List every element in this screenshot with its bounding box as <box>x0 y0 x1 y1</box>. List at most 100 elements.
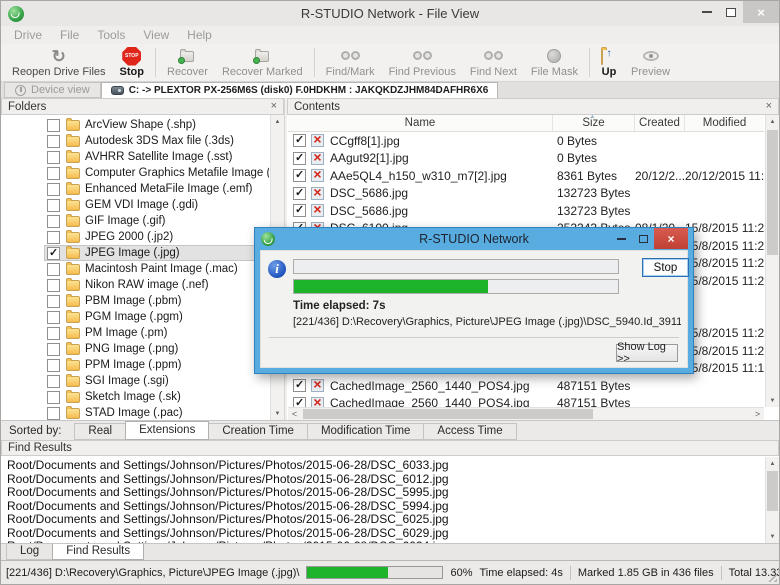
find-mark-button[interactable]: Find/Mark <box>319 44 382 81</box>
folder-checkbox[interactable] <box>47 311 60 324</box>
table-row[interactable]: DSC_5686.jpg 132723 Bytes <box>288 202 764 220</box>
table-row[interactable]: CachedImage_2560_1440_POS4.jpg 487151 By… <box>288 395 764 408</box>
menu-item[interactable]: File <box>51 28 88 42</box>
recover-button[interactable]: Recover <box>160 44 215 81</box>
folder-item[interactable]: PPM Image (.ppm) <box>2 357 269 373</box>
reopen-drive-files-button[interactable]: ↻ Reopen Drive Files <box>5 44 113 81</box>
find-result-item[interactable]: Root/Documents and Settings/Johnson/Pict… <box>2 473 764 487</box>
folder-checkbox[interactable] <box>47 407 60 420</box>
folder-checkbox[interactable] <box>47 167 60 180</box>
maximize-button[interactable] <box>719 1 743 23</box>
bottom-tab[interactable]: Find Results <box>52 544 144 560</box>
scrollbar-thumb[interactable] <box>767 130 778 255</box>
show-log-button[interactable]: Show Log >> <box>616 344 678 362</box>
folder-item[interactable]: PGM Image (.pgm) <box>2 309 269 325</box>
file-checkbox[interactable] <box>293 134 306 147</box>
sort-tab[interactable]: Extensions <box>125 421 209 440</box>
close-panel-icon[interactable]: × <box>271 101 277 112</box>
folder-checkbox[interactable] <box>47 215 60 228</box>
column-name[interactable]: Name <box>288 115 553 131</box>
folder-checkbox[interactable] <box>47 151 60 164</box>
dialog-maximize-button[interactable] <box>632 228 654 249</box>
sort-tab[interactable]: Modification Time <box>307 423 424 440</box>
folder-checkbox[interactable] <box>47 119 60 132</box>
folder-checkbox[interactable] <box>47 359 60 372</box>
folder-item[interactable]: GEM VDI Image (.gdi) <box>2 197 269 213</box>
folder-checkbox[interactable] <box>47 135 60 148</box>
find-previous-button[interactable]: Find Previous <box>382 44 463 81</box>
find-result-item[interactable]: Root/Documents and Settings/Johnson/Pict… <box>2 486 764 500</box>
find-result-item[interactable]: Root/Documents and Settings/Johnson/Pict… <box>2 513 764 527</box>
scroll-up-icon[interactable]: ▲ <box>271 115 284 128</box>
sort-tab[interactable]: Creation Time <box>208 423 308 440</box>
file-mask-button[interactable]: File Mask <box>524 44 585 81</box>
menu-item[interactable]: Drive <box>5 28 51 42</box>
folder-checkbox[interactable] <box>47 375 60 388</box>
contents-hscrollbar[interactable]: < > <box>288 407 764 420</box>
file-checkbox[interactable] <box>293 152 306 165</box>
table-row[interactable]: CachedImage_2560_1440_POS4.jpg 487151 By… <box>288 377 764 395</box>
folder-item[interactable]: Autodesk 3DS Max file (.3ds) <box>2 133 269 149</box>
file-checkbox[interactable] <box>293 169 306 182</box>
scrollbar-thumb[interactable] <box>303 409 593 419</box>
folder-item[interactable]: GIF Image (.gif) <box>2 213 269 229</box>
tab-drive-file-view[interactable]: C: -> PLEXTOR PX-256M6S (disk0) F.0HDKHM… <box>101 82 499 98</box>
scroll-down-icon[interactable]: ▼ <box>766 530 779 543</box>
scroll-up-icon[interactable]: ▲ <box>766 457 779 470</box>
dialog-close-button[interactable]: × <box>654 228 688 249</box>
dialog-stop-button[interactable]: Stop <box>642 258 689 277</box>
menu-item[interactable]: Tools <box>88 28 134 42</box>
find-next-button[interactable]: Find Next <box>463 44 524 81</box>
dialog-minimize-button[interactable] <box>610 228 632 249</box>
scroll-up-icon[interactable]: ▲ <box>766 115 779 128</box>
folder-item[interactable]: PM Image (.pm) <box>2 325 269 341</box>
find-result-item[interactable]: Root/Documents and Settings/Johnson/Pict… <box>2 527 764 541</box>
folder-item[interactable]: JPEG 2000 (.jp2) <box>2 229 269 245</box>
find-result-item[interactable]: Root/Documents and Settings/Johnson/Pict… <box>2 459 764 473</box>
folder-checkbox[interactable] <box>47 343 60 356</box>
table-row[interactable]: AAgut92[1].jpg 0 Bytes <box>288 150 764 168</box>
folder-item[interactable]: Nikon RAW image (.nef) <box>2 277 269 293</box>
folder-checkbox[interactable] <box>47 263 60 276</box>
preview-button[interactable]: Preview <box>624 44 677 81</box>
folder-checkbox[interactable] <box>47 199 60 212</box>
bottom-tab[interactable]: Log <box>6 544 53 560</box>
folder-item[interactable]: JPEG Image (.jpg) <box>2 245 269 261</box>
folder-item[interactable]: PNG Image (.png) <box>2 341 269 357</box>
close-button[interactable]: × <box>743 1 779 23</box>
scroll-down-icon[interactable]: ▼ <box>766 394 779 407</box>
folder-item[interactable]: AVHRR Satellite Image (.sst) <box>2 149 269 165</box>
menu-item[interactable]: Help <box>178 28 221 42</box>
find-results-scrollbar[interactable]: ▲ ▼ <box>765 457 779 543</box>
folder-checkbox[interactable] <box>47 327 60 340</box>
folder-checkbox[interactable] <box>47 231 60 244</box>
folder-item[interactable]: Computer Graphics Metafile Image (.cgm) <box>2 165 269 181</box>
minimize-button[interactable] <box>695 1 719 23</box>
scroll-down-icon[interactable]: ▼ <box>271 407 284 420</box>
column-modified[interactable]: Modified <box>685 115 764 131</box>
folder-checkbox[interactable] <box>47 391 60 404</box>
close-panel-icon[interactable]: × <box>766 101 772 112</box>
sort-tab[interactable]: Access Time <box>423 423 516 440</box>
folder-item[interactable]: Enhanced MetaFile Image (.emf) <box>2 181 269 197</box>
tab-device-view[interactable]: Device view <box>4 82 101 98</box>
file-checkbox[interactable] <box>293 187 306 200</box>
sort-tab[interactable]: Real <box>74 423 126 440</box>
find-result-item[interactable]: Root/Documents and Settings/Johnson/Pict… <box>2 500 764 514</box>
column-created[interactable]: Created <box>635 115 685 131</box>
folder-item[interactable]: PBM Image (.pbm) <box>2 293 269 309</box>
stop-button[interactable]: STOP Stop <box>113 44 151 81</box>
table-row[interactable]: DSC_5686.jpg 132723 Bytes <box>288 185 764 203</box>
folder-checkbox[interactable] <box>47 279 60 292</box>
table-row[interactable]: AAe5QL4_h150_w310_m7[2].jpg 8361 Bytes 2… <box>288 167 764 185</box>
contents-scrollbar[interactable]: ▲ ▼ <box>765 115 779 407</box>
file-checkbox[interactable] <box>293 204 306 217</box>
menu-item[interactable]: View <box>134 28 178 42</box>
file-checkbox[interactable] <box>293 397 306 407</box>
recover-marked-button[interactable]: Recover Marked <box>215 44 310 81</box>
folder-checkbox[interactable] <box>47 295 60 308</box>
folder-item[interactable]: Macintosh Paint Image (.mac) <box>2 261 269 277</box>
folder-item[interactable]: ArcView Shape (.shp) <box>2 117 269 133</box>
folder-item[interactable]: Sketch Image (.sk) <box>2 389 269 405</box>
table-row[interactable]: CCgff8[1].jpg 0 Bytes <box>288 132 764 150</box>
